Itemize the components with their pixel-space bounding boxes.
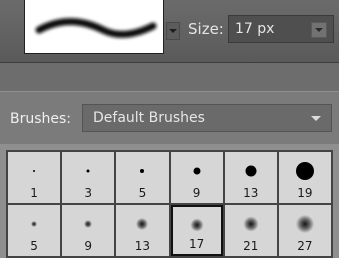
hard-brush-icon xyxy=(33,170,36,173)
brush-stroke-preview[interactable] xyxy=(24,0,164,54)
brush-size-label: 19 xyxy=(297,186,313,200)
brush-preset-13-hard[interactable]: 13 xyxy=(224,152,277,203)
brush-stroke-graphic xyxy=(35,18,157,38)
options-spacer xyxy=(0,63,339,91)
soft-brush-icon xyxy=(295,215,314,234)
brush-preset-17-soft[interactable]: 17 xyxy=(170,205,223,256)
size-value: 17 px xyxy=(235,21,275,37)
brush-preset-19-hard[interactable]: 19 xyxy=(278,152,331,203)
brush-size-label: 17 xyxy=(188,237,205,251)
brush-preset-grid: 1 3 5 9 13 19 5 9 13 17 21 27 xyxy=(6,150,333,258)
brush-size-label: 9 xyxy=(84,239,93,253)
brush-preset-1-hard[interactable]: 1 xyxy=(8,152,61,203)
hard-brush-icon xyxy=(245,165,257,177)
brush-size-label: 9 xyxy=(192,186,201,200)
hard-brush-icon xyxy=(295,162,314,181)
soft-brush-icon xyxy=(136,218,149,231)
brush-preset-27-soft[interactable]: 27 xyxy=(278,205,331,256)
brushes-row: Brushes: Default Brushes xyxy=(0,92,339,144)
soft-brush-icon xyxy=(190,218,204,232)
brush-preset-3-hard[interactable]: 3 xyxy=(62,152,115,203)
brush-size-label: 21 xyxy=(243,239,259,253)
brushes-label: Brushes: xyxy=(10,111,72,127)
brushes-select[interactable]: Default Brushes xyxy=(82,104,332,132)
brush-size-label: 13 xyxy=(243,186,259,200)
soft-brush-icon xyxy=(84,220,93,229)
brush-size-label: 1 xyxy=(30,186,38,200)
brush-preset-21-soft[interactable]: 21 xyxy=(224,205,277,256)
brush-size-label: 13 xyxy=(134,239,151,253)
brush-size-label: 3 xyxy=(84,186,93,200)
brush-preset-9-soft[interactable]: 9 xyxy=(62,205,115,256)
brush-size-label: 5 xyxy=(30,239,38,253)
brush-options-bar: Size: 17 px xyxy=(0,0,339,63)
brush-size-label: 27 xyxy=(297,239,313,253)
hard-brush-icon xyxy=(140,169,145,174)
chevron-down-icon xyxy=(311,116,321,121)
soft-brush-icon xyxy=(243,216,259,232)
brush-preset-13-soft[interactable]: 13 xyxy=(116,205,169,256)
size-label: Size: xyxy=(188,20,224,38)
size-dropdown-icon[interactable] xyxy=(311,22,327,38)
brush-preview-dropdown-icon[interactable] xyxy=(166,22,180,40)
brushes-selected-value: Default Brushes xyxy=(93,110,205,126)
soft-brush-icon xyxy=(31,221,38,228)
hard-brush-icon xyxy=(193,167,201,175)
size-field[interactable]: 17 px xyxy=(228,15,334,43)
brush-size-label: 5 xyxy=(138,186,147,200)
brush-preset-5-hard[interactable]: 5 xyxy=(116,152,169,203)
hard-brush-icon xyxy=(86,169,90,173)
brush-preset-5-soft[interactable]: 5 xyxy=(8,205,61,256)
brush-preset-9-hard[interactable]: 9 xyxy=(170,152,223,203)
